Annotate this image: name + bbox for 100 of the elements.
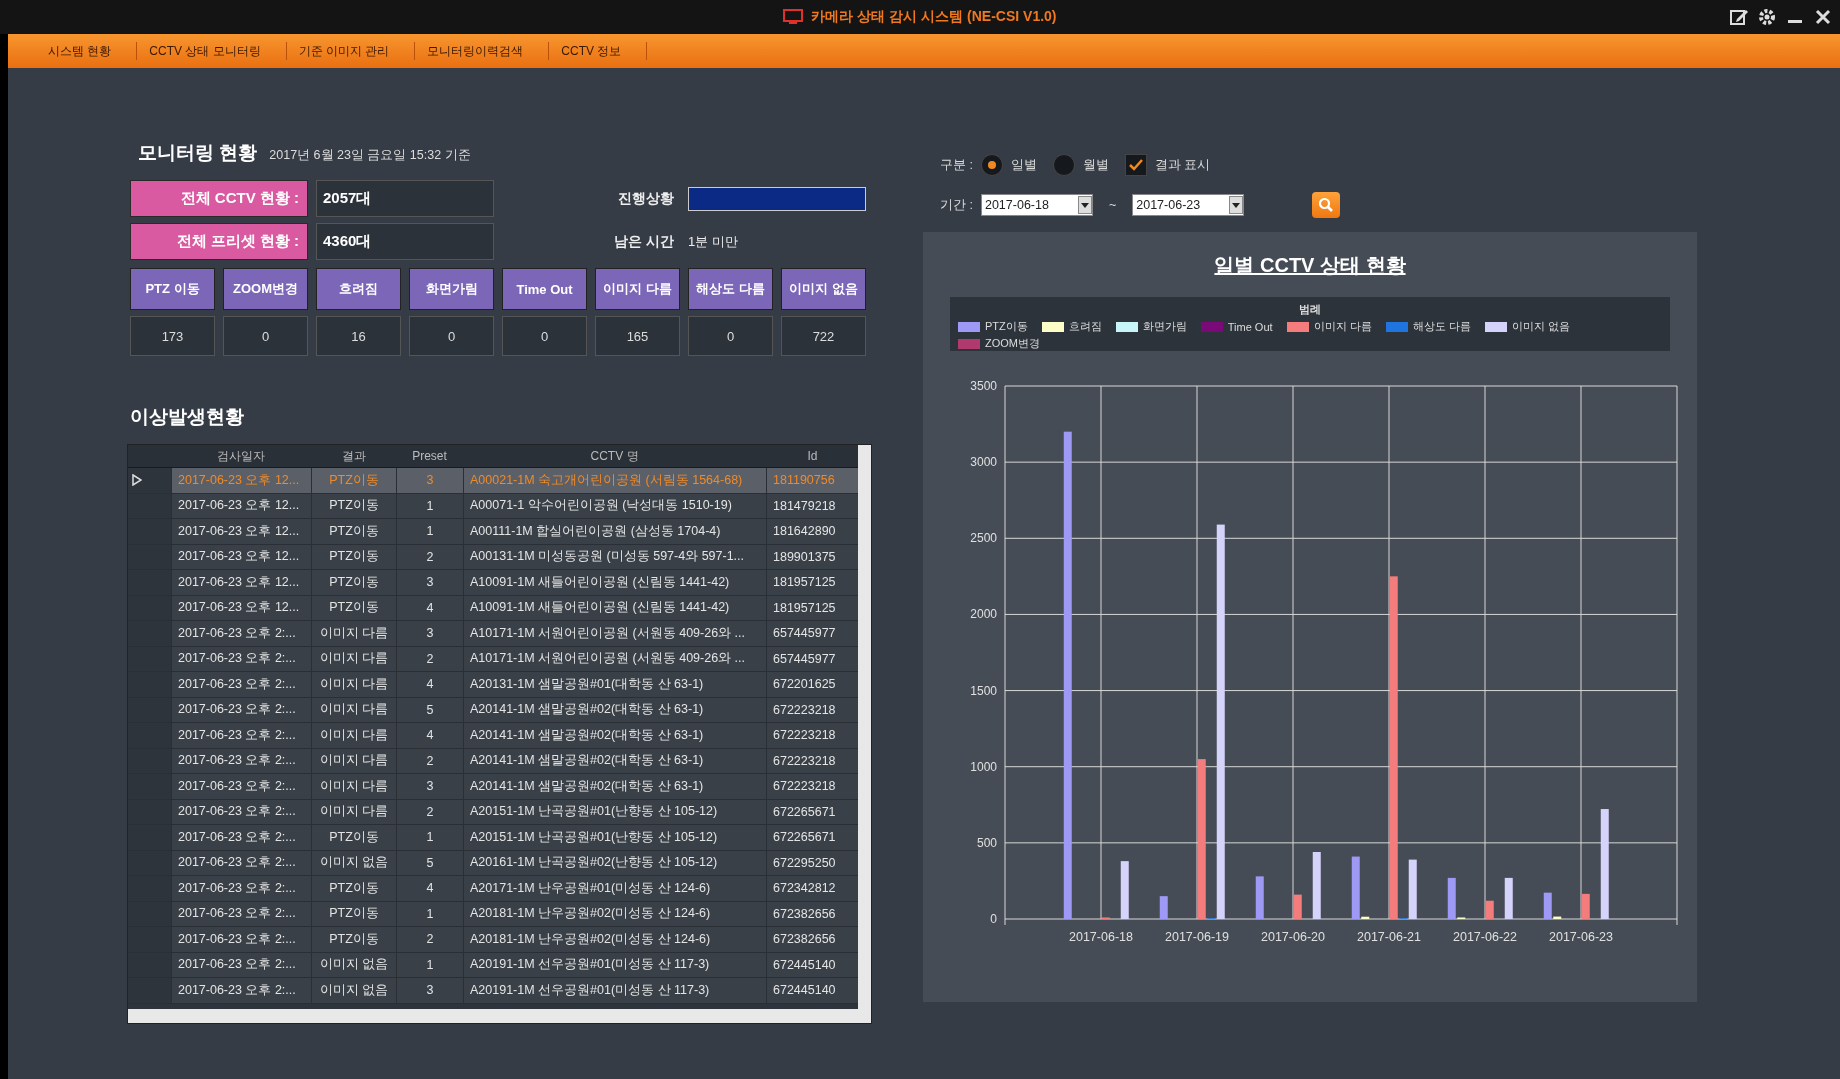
table-row[interactable]: 2017-06-23 오후 12... PTZ이동 4 A10091-1M 새들어린이공원 (신림동 1441-42) 181957125 — [128, 595, 858, 621]
table-cell: 이미지 다름 — [311, 697, 396, 722]
table-cell: 2 — [396, 544, 463, 569]
table-cell: 2017-06-23 오후 2:... — [171, 621, 311, 646]
checkbox[interactable] — [1124, 154, 1147, 176]
category-button[interactable]: 화면가림 — [409, 268, 494, 310]
table-row[interactable]: 2017-06-23 오후 12... PTZ이동 3 A10091-1M 새들어린이공원 (신림동 1441-42) 181957125 — [128, 570, 858, 596]
table-row[interactable]: 2017-06-23 오후 2:... PTZ이동 1 A20151-1M 난곡공원#01(난향동 산 105-12) 672265671 — [128, 825, 858, 851]
column-header[interactable]: 검사일자 — [171, 447, 311, 465]
date-dropdown[interactable]: 2017-06-23 — [1132, 194, 1245, 216]
table-cell: 2017-06-23 오후 2:... — [171, 978, 311, 1003]
table-row[interactable]: 2017-06-23 오후 2:... 이미지 다름 2 A20141-1M 샘말공원#02(대학동 산 63-1) 672223218 — [128, 748, 858, 774]
table-cell: 2 — [396, 799, 463, 824]
table-cell: PTZ이동 — [311, 493, 396, 518]
column-header[interactable]: CCTV 명 — [463, 447, 766, 465]
table-cell: 2017-06-23 오후 12... — [171, 544, 311, 569]
category-button[interactable]: Time Out — [502, 268, 587, 310]
menu-item[interactable]: 모니터링이력검색 — [415, 42, 550, 60]
table-cell: 이미지 없음 — [311, 952, 396, 977]
table-cell: A10091-1M 새들어린이공원 (신림동 1441-42) — [463, 570, 766, 595]
table-cell: PTZ이동 — [311, 468, 396, 493]
legend-label: 화면가림 — [1142, 319, 1187, 334]
menu-item[interactable]: CCTV 정보 — [549, 42, 648, 60]
table-row[interactable]: 2017-06-23 오후 2:... 이미지 다름 3 A20141-1M 샘말공원#02(대학동 산 63-1) 672223218 — [128, 774, 858, 800]
table-row[interactable]: 2017-06-23 오후 12... PTZ이동 1 A00111-1M 합실어린이공원 (삼성동 1704-4) 181642890 — [128, 519, 858, 545]
table-cell: A20151-1M 난곡공원#01(난향동 산 105-12) — [463, 799, 766, 824]
radio-button[interactable] — [1052, 154, 1075, 176]
category-count: 0 — [409, 316, 494, 356]
legend-label: PTZ이동 — [985, 319, 1028, 334]
table-row[interactable]: 2017-06-23 오후 2:... 이미지 없음 1 A20191-1M 선우공원#01(미성동 산 117-3) 672445140 — [128, 952, 858, 978]
table-row[interactable]: 2017-06-23 오후 2:... 이미지 다름 2 A20151-1M 난곡공원#01(난향동 산 105-12) 672265671 — [128, 799, 858, 825]
table-row[interactable]: 2017-06-23 오후 2:... PTZ이동 2 A20181-1M 난우공원#02(미성동 산 124-6) 672382656 — [128, 927, 858, 953]
category-button[interactable]: ZOOM변경 — [223, 268, 308, 310]
x-tick-label: 2017-06-18 — [1069, 930, 1133, 944]
table-cell: PTZ이동 — [311, 595, 396, 620]
table-row[interactable]: 2017-06-23 오후 2:... 이미지 다름 4 A20141-1M 샘말공원#02(대학동 산 63-1) 672223218 — [128, 723, 858, 749]
table-cell: PTZ이동 — [311, 570, 396, 595]
category-count: 0 — [688, 316, 773, 356]
table-cell: 1 — [396, 519, 463, 544]
table-row[interactable]: 2017-06-23 오후 2:... 이미지 다름 3 A10171-1M 서원어린이공원 (서원동 409-26와 ... 657445977 — [128, 621, 858, 647]
table-cell: 이미지 다름 — [311, 748, 396, 773]
vertical-scrollbar[interactable] — [858, 445, 871, 1009]
category-button[interactable]: 이미지 다름 — [595, 268, 680, 310]
table-cell: 3 — [396, 978, 463, 1003]
table-row[interactable]: 2017-06-23 오후 2:... 이미지 없음 3 A20191-1M 선우공원#01(미성동 산 117-3) 672445140 — [128, 978, 858, 1004]
table-cell: 이미지 다름 — [311, 799, 396, 824]
table-cell: 2017-06-23 오후 2:... — [171, 876, 311, 901]
category-button[interactable]: PTZ 이동 — [130, 268, 215, 310]
table-cell: 2017-06-23 오후 2:... — [171, 646, 311, 671]
table-cell: 2 — [396, 646, 463, 671]
table-row[interactable]: 2017-06-23 오후 2:... 이미지 없음 5 A20161-1M 난곡공원#02(난향동 산 105-12) 672295250 — [128, 850, 858, 876]
menu-item[interactable]: CCTV 상태 모니터링 — [137, 42, 287, 60]
table-row[interactable]: 2017-06-23 오후 2:... 이미지 다름 4 A20131-1M 샘말공원#01(대학동 산 63-1) 672201625 — [128, 672, 858, 698]
table-cell: 2017-06-23 오후 2:... — [171, 850, 311, 875]
menu-item[interactable]: 시스템 현황 — [36, 42, 138, 60]
radio-label: 일별 — [1010, 156, 1037, 174]
table-row[interactable]: 2017-06-23 오후 2:... 이미지 다름 2 A10171-1M 서원어린이공원 (서원동 409-26와 ... 657445977 — [128, 646, 858, 672]
table-cell: 이미지 다름 — [311, 646, 396, 671]
table-cell: A20141-1M 샘말공원#02(대학동 산 63-1) — [463, 774, 766, 799]
table-cell: 2017-06-23 오후 12... — [171, 519, 311, 544]
category-button[interactable]: 해상도 다름 — [688, 268, 773, 310]
settings-icon[interactable] — [1756, 6, 1778, 28]
category-button[interactable]: 이미지 없음 — [781, 268, 866, 310]
table-row[interactable]: 2017-06-23 오후 2:... 이미지 다름 5 A20141-1M 샘말공원#02(대학동 산 63-1) 672223218 — [128, 697, 858, 723]
column-header[interactable]: Id — [766, 449, 859, 463]
menu-item[interactable]: 기준 이미지 관리 — [286, 42, 416, 60]
table-cell: 4 — [396, 876, 463, 901]
caret-icon — [1229, 196, 1244, 214]
table-cell: 이미지 다름 — [311, 621, 396, 646]
radio-button[interactable] — [980, 154, 1003, 176]
table-row[interactable]: 2017-06-23 오후 12... PTZ이동 1 A00071-1 악수어린이공원 (낙성대동 1510-19) 181479218 — [128, 493, 858, 519]
table-cell: PTZ이동 — [311, 519, 396, 544]
category-count: 173 — [130, 316, 215, 356]
legend-label: 흐려짐 — [1068, 319, 1102, 334]
table-cell: A00111-1M 합실어린이공원 (삼성동 1704-4) — [463, 519, 766, 544]
table-cell: PTZ이동 — [311, 876, 396, 901]
horizontal-scrollbar[interactable] — [128, 1009, 871, 1023]
legend-title: 범례 — [1298, 302, 1322, 317]
range-separator: ~ — [1108, 198, 1117, 212]
table-row[interactable]: 2017-06-23 오후 2:... PTZ이동 4 A20171-1M 난우공원#01(미성동 산 124-6) 672342812 — [128, 876, 858, 902]
table-cell: 2017-06-23 오후 2:... — [171, 723, 311, 748]
y-tick-label: 1500 — [970, 683, 997, 698]
category-button[interactable]: 흐려짐 — [316, 268, 401, 310]
table-cell: 1 — [396, 901, 463, 926]
date-dropdown[interactable]: 2017-06-18 — [980, 194, 1093, 216]
table-cell: A20191-1M 선우공원#01(미성동 산 117-3) — [463, 978, 766, 1003]
table-cell: A20191-1M 선우공원#01(미성동 산 117-3) — [463, 952, 766, 977]
total-value: 2057대 — [316, 180, 494, 217]
table-row[interactable]: 2017-06-23 오후 2:... PTZ이동 1 A20181-1M 난우공원#02(미성동 산 124-6) 672382656 — [128, 901, 858, 927]
search-button[interactable] — [1312, 192, 1341, 218]
column-header[interactable]: 결과 — [311, 447, 396, 465]
table-cell: PTZ이동 — [311, 927, 396, 952]
table-cell: 2017-06-23 오후 12... — [171, 493, 311, 518]
table-cell: A20171-1M 난우공원#01(미성동 산 124-6) — [463, 876, 766, 901]
checkbox-label: 결과 표시 — [1154, 156, 1211, 174]
chart-title: 일별 CCTV 상태 현황 — [1213, 253, 1407, 278]
timestamp: 2017년 6월 23일 금요일 15:32 기준 — [269, 147, 471, 164]
column-header[interactable]: Preset — [396, 449, 463, 463]
table-row[interactable]: 2017-06-23 오후 12... PTZ이동 2 A00131-1M 미성동공원 (미성동 597-4와 597-1... 189901375 — [128, 544, 858, 570]
legend-label: ZOOM변경 — [985, 336, 1040, 351]
